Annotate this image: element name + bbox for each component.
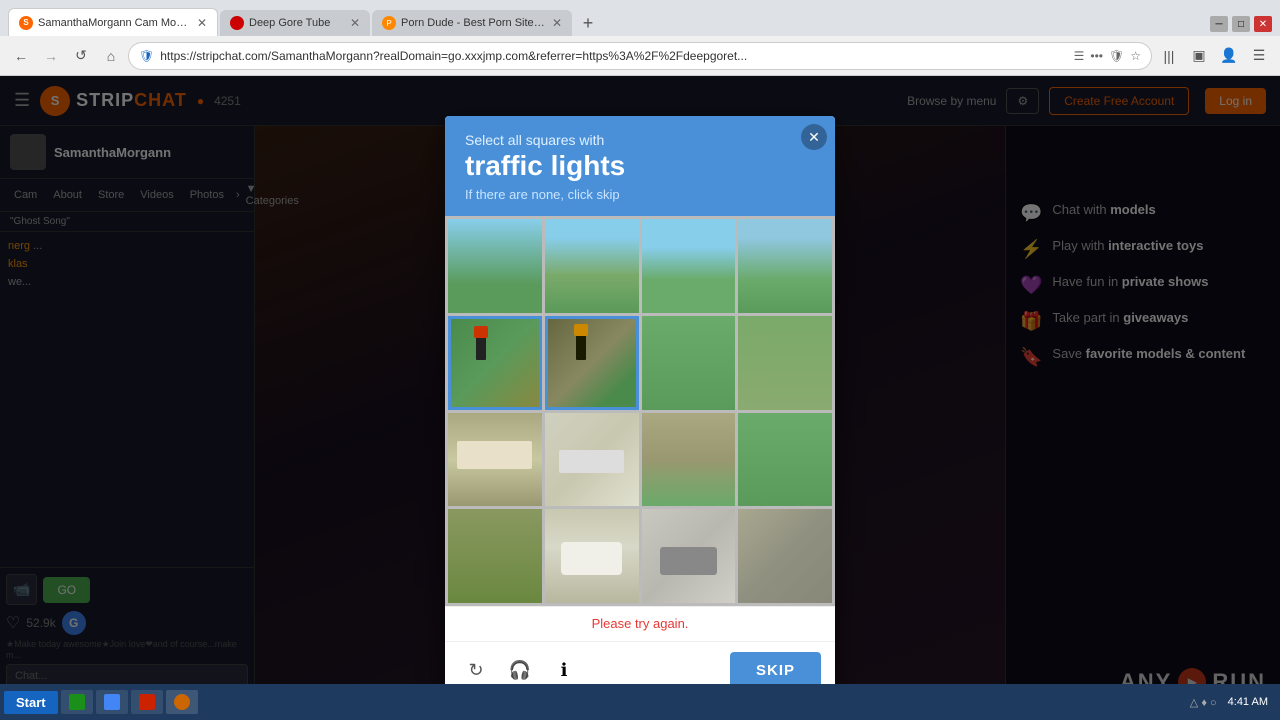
tab-close-3[interactable]: ✕ bbox=[552, 16, 562, 30]
captcha-cell-14[interactable] bbox=[642, 509, 736, 603]
tab-favicon-1: S bbox=[19, 16, 33, 30]
captcha-cell-0[interactable] bbox=[448, 219, 542, 313]
captcha-grid bbox=[445, 216, 835, 606]
shield-icon[interactable]: 🛡 bbox=[1109, 49, 1124, 63]
address-bar-row: ← → ↺ ⌂ 🛡 https://stripchat.com/Samantha… bbox=[0, 36, 1280, 76]
captcha-cell-11[interactable] bbox=[738, 413, 832, 507]
captcha-cell-2[interactable] bbox=[642, 219, 736, 313]
home-button[interactable]: ⌂ bbox=[98, 43, 124, 69]
captcha-cell-8[interactable] bbox=[448, 413, 542, 507]
captcha-header: Select all squares with traffic lights I… bbox=[445, 116, 835, 216]
tab-deepgore[interactable]: Deep Gore Tube ✕ bbox=[220, 10, 370, 36]
address-text: https://stripchat.com/SamanthaMorgann?re… bbox=[160, 49, 1067, 63]
taskbar: Start △ ♦ ○ 4:41 AM bbox=[0, 684, 1280, 720]
captcha-info-button[interactable]: ℹ bbox=[547, 654, 581, 688]
taskbar-icon-2 bbox=[104, 694, 120, 710]
taskbar-icon-3 bbox=[139, 694, 155, 710]
captcha-cell-4[interactable] bbox=[448, 316, 542, 410]
more-icon[interactable]: ••• bbox=[1090, 49, 1103, 63]
back-button[interactable]: ← bbox=[8, 43, 34, 69]
tab-favicon-2 bbox=[230, 16, 244, 30]
browser-chrome: S SamanthaMorgann Cam Model: Fr... ✕ Dee… bbox=[0, 0, 1280, 76]
captcha-cell-6[interactable] bbox=[642, 316, 736, 410]
reader-button[interactable]: ▣ bbox=[1186, 43, 1212, 69]
forward-button[interactable]: → bbox=[38, 43, 64, 69]
captcha-close-button[interactable]: ✕ bbox=[801, 124, 827, 150]
captcha-overlay: ✕ Select all squares with traffic lights… bbox=[0, 76, 1280, 720]
tab-stripchat[interactable]: S SamanthaMorgann Cam Model: Fr... ✕ bbox=[8, 8, 218, 36]
taskbar-clock: 4:41 AM bbox=[1228, 696, 1276, 708]
tab-label-1: SamanthaMorgann Cam Model: Fr... bbox=[38, 17, 192, 29]
bookmarks-button[interactable]: ||| bbox=[1156, 43, 1182, 69]
maximize-button[interactable]: □ bbox=[1232, 16, 1250, 32]
taskbar-item-2[interactable] bbox=[96, 690, 128, 714]
captcha-instruction: If there are none, click skip bbox=[465, 187, 815, 202]
captcha-modal: ✕ Select all squares with traffic lights… bbox=[445, 116, 835, 699]
tab-close-2[interactable]: ✕ bbox=[350, 16, 360, 30]
menu-button[interactable]: ☰ bbox=[1246, 43, 1272, 69]
captcha-subject: traffic lights bbox=[465, 150, 815, 182]
captcha-cell-1[interactable] bbox=[545, 219, 639, 313]
captcha-cell-12[interactable] bbox=[448, 509, 542, 603]
tab-label-2: Deep Gore Tube bbox=[249, 17, 345, 29]
captcha-audio-button[interactable]: 🎧 bbox=[503, 654, 537, 688]
start-button[interactable]: Start bbox=[4, 691, 58, 714]
tab-porndude[interactable]: P Porn Dude - Best Porn Sites & Fre... ✕ bbox=[372, 10, 572, 36]
bookmark-icon[interactable]: ☆ bbox=[1130, 49, 1141, 63]
captcha-cell-3[interactable] bbox=[738, 219, 832, 313]
captcha-cell-9[interactable] bbox=[545, 413, 639, 507]
captcha-select-text: Select all squares with bbox=[465, 132, 815, 148]
captcha-cell-13[interactable] bbox=[545, 509, 639, 603]
taskbar-status-icons: △ ♦ ○ bbox=[1190, 696, 1217, 709]
new-tab-button[interactable]: + bbox=[574, 10, 602, 36]
profile-button[interactable]: 👤 bbox=[1216, 43, 1242, 69]
taskbar-item-3[interactable] bbox=[131, 690, 163, 714]
captcha-cell-15[interactable] bbox=[738, 509, 832, 603]
captcha-cell-5[interactable] bbox=[545, 316, 639, 410]
taskbar-icon-1 bbox=[69, 694, 85, 710]
captcha-error-text: Please try again. bbox=[445, 606, 835, 641]
tab-close-1[interactable]: ✕ bbox=[197, 16, 207, 30]
captcha-refresh-button[interactable]: ↻ bbox=[459, 654, 493, 688]
captcha-cell-7[interactable] bbox=[738, 316, 832, 410]
captcha-cell-10[interactable] bbox=[642, 413, 736, 507]
close-button[interactable]: ✕ bbox=[1254, 16, 1272, 32]
page-content: ☰ S STRIPCHAT ● 4251 Browse by menu ⚙ Cr… bbox=[0, 76, 1280, 720]
taskbar-item-4[interactable] bbox=[166, 690, 198, 714]
address-bar[interactable]: 🛡 https://stripchat.com/SamanthaMorgann?… bbox=[128, 42, 1152, 70]
minimize-button[interactable]: ─ bbox=[1210, 16, 1228, 32]
reload-button[interactable]: ↺ bbox=[68, 43, 94, 69]
tab-label-3: Porn Dude - Best Porn Sites & Fre... bbox=[401, 17, 547, 29]
security-shield-icon: 🛡 bbox=[139, 49, 154, 63]
reader-mode-icon[interactable]: ☰ bbox=[1074, 49, 1085, 63]
browser-title-bar: S SamanthaMorgann Cam Model: Fr... ✕ Dee… bbox=[0, 0, 1280, 36]
taskbar-icon-4 bbox=[174, 694, 190, 710]
taskbar-item-1[interactable] bbox=[61, 690, 93, 714]
tab-favicon-3: P bbox=[382, 16, 396, 30]
